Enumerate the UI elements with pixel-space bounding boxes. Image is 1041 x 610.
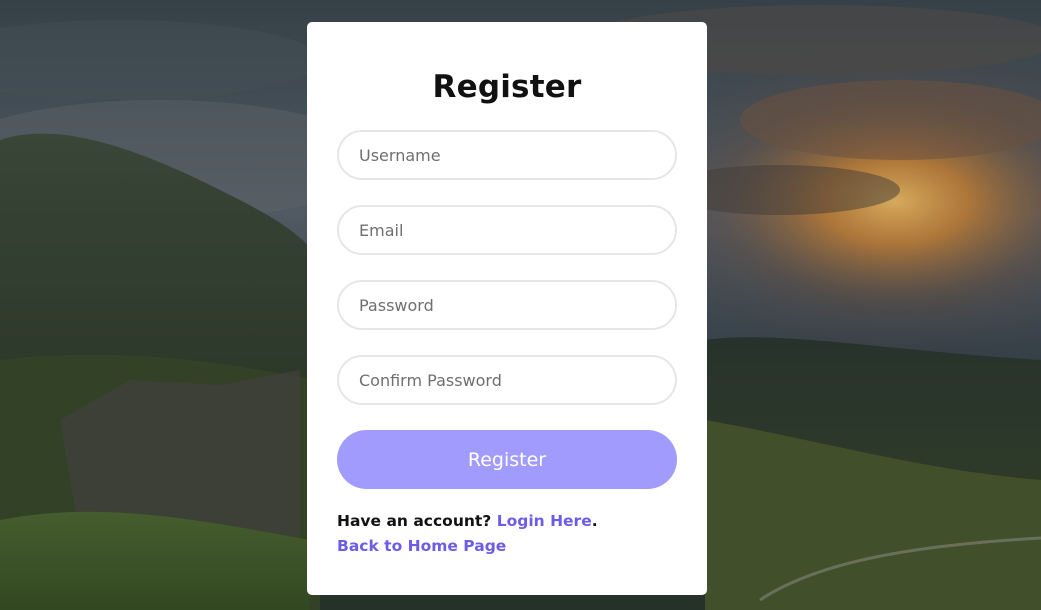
- back-home-link[interactable]: Back to Home Page: [337, 537, 506, 555]
- register-button[interactable]: Register: [337, 430, 677, 489]
- confirm-password-input[interactable]: [337, 355, 677, 405]
- login-period: .: [591, 512, 598, 530]
- login-link[interactable]: Login Here: [497, 512, 592, 530]
- login-prompt: Have an account? Login Here.: [337, 509, 677, 534]
- have-account-text: Have an account?: [337, 512, 492, 530]
- email-input[interactable]: [337, 205, 677, 255]
- password-input[interactable]: [337, 280, 677, 330]
- background-scene: Register Register Have an account? Login…: [0, 0, 1041, 610]
- page-title: Register: [432, 69, 582, 105]
- username-input[interactable]: [337, 130, 677, 180]
- form-footer: Have an account? Login Here. Back to Hom…: [337, 509, 677, 559]
- register-card: Register Register Have an account? Login…: [307, 22, 707, 595]
